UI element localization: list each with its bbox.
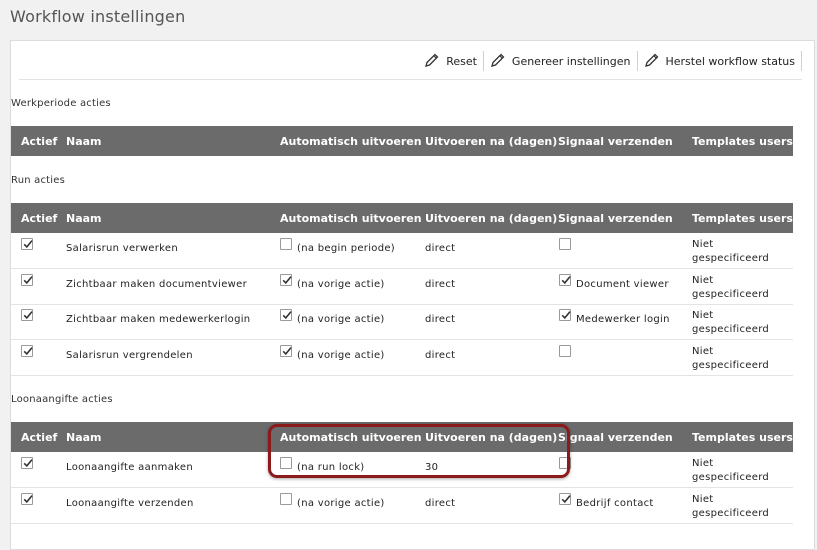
pencil-icon [490, 52, 512, 71]
automatisch-checkbox[interactable] [280, 238, 292, 250]
templates-users-value: Niet gespecificeerd [692, 310, 770, 335]
automatisch-checkbox[interactable] [280, 274, 292, 286]
uitvoeren-na-value: direct [425, 314, 456, 325]
herstel-workflow-status-button[interactable]: Herstel workflow status [638, 50, 802, 72]
column-header-templates[interactable]: Templates users [692, 431, 793, 444]
signaal-label: Document viewer [576, 279, 669, 290]
genereer-instellingen-button[interactable]: Genereer instellingen [484, 50, 637, 72]
action-name: Loonaangifte aanmaken [66, 462, 193, 473]
templates-users-value: Niet gespecificeerd [692, 346, 770, 371]
werkperiode-table-header: Actief Naam Automatisch uitvoeren Uitvoeren… [11, 126, 793, 156]
herstel-label: Herstel workflow status [665, 54, 796, 68]
column-header-uitvoeren-na[interactable]: Uitvoeren na (dagen) [425, 135, 557, 148]
page-title: Workflow instellingen [10, 7, 186, 26]
actief-checkbox[interactable] [21, 493, 33, 505]
highlight-annotation [268, 424, 570, 478]
actief-checkbox[interactable] [21, 309, 33, 321]
uitvoeren-na-value: direct [425, 350, 456, 361]
pencil-icon [424, 52, 446, 71]
uitvoeren-na-value: direct [425, 279, 456, 290]
table-row: Loonaangifte verzenden (na vorige actie) d… [11, 488, 793, 524]
column-header-signaal[interactable]: Signaal verzenden [558, 212, 673, 225]
run-section-title: Run acties [11, 175, 66, 186]
signaal-label: Bedrijf contact [576, 498, 654, 509]
table-row: Salarisrun vergrendelen (na vorige actie)… [11, 340, 793, 376]
column-header-automatisch[interactable]: Automatisch uitvoeren [280, 212, 422, 225]
werkperiode-section-title: Werkperiode acties [11, 98, 111, 109]
run-table-header: Actief Naam Automatisch uitvoeren Uitvoeren… [11, 203, 793, 233]
action-name: Loonaangifte verzenden [66, 498, 194, 509]
automatisch-checkbox[interactable] [280, 309, 292, 321]
toolbar-divider [801, 51, 802, 71]
uitvoeren-na-value: direct [425, 243, 456, 254]
column-header-uitvoeren-na[interactable]: Uitvoeren na (dagen) [425, 212, 557, 225]
actief-checkbox[interactable] [21, 345, 33, 357]
signaal-checkbox[interactable] [559, 238, 571, 250]
toolbar: Reset Genereer instellingen Herstel work… [418, 49, 802, 73]
table-row: Zichtbaar maken documentviewer (na vorige… [11, 269, 793, 305]
signaal-label: Medewerker login [576, 314, 670, 325]
automatisch-checkbox[interactable] [280, 345, 292, 357]
column-header-naam[interactable]: Naam [66, 212, 102, 225]
column-header-signaal[interactable]: Signaal verzenden [558, 135, 673, 148]
action-name: Salarisrun vergrendelen [66, 350, 193, 361]
automatisch-checkbox[interactable] [280, 493, 292, 505]
table-row: Zichtbaar maken medewerkerlogin (na vorig… [11, 304, 793, 340]
templates-users-value: Niet gespecificeerd [692, 275, 770, 300]
automatisch-label: (na vorige actie) [297, 498, 385, 509]
actief-checkbox[interactable] [21, 274, 33, 286]
column-header-actief[interactable]: Actief [21, 431, 57, 444]
column-header-actief[interactable]: Actief [21, 135, 57, 148]
genereer-label: Genereer instellingen [511, 54, 631, 68]
signaal-checkbox[interactable] [559, 309, 571, 321]
column-header-actief[interactable]: Actief [21, 212, 57, 225]
loonaangifte-section-title: Loonaangifte acties [11, 394, 113, 405]
column-header-automatisch[interactable]: Automatisch uitvoeren [280, 135, 422, 148]
signaal-checkbox[interactable] [559, 345, 571, 357]
action-name: Salarisrun verwerken [66, 243, 178, 254]
signaal-checkbox[interactable] [559, 493, 571, 505]
automatisch-label: (na vorige actie) [297, 350, 385, 361]
actief-checkbox[interactable] [21, 457, 33, 469]
column-header-naam[interactable]: Naam [66, 135, 102, 148]
automatisch-label: (na vorige actie) [297, 279, 385, 290]
column-header-naam[interactable]: Naam [66, 431, 102, 444]
signaal-checkbox[interactable] [559, 274, 571, 286]
templates-users-value: Niet gespecificeerd [692, 239, 770, 264]
reset-button[interactable]: Reset [418, 50, 483, 72]
actief-checkbox[interactable] [21, 238, 33, 250]
toolbar-divider-line [19, 79, 802, 80]
pencil-icon [644, 52, 666, 71]
templates-users-value: Niet gespecificeerd [692, 494, 770, 519]
templates-users-value: Niet gespecificeerd [692, 458, 770, 483]
automatisch-label: (na vorige actie) [297, 314, 385, 325]
action-name: Zichtbaar maken medewerkerlogin [66, 314, 251, 325]
column-header-templates[interactable]: Templates users [692, 212, 793, 225]
uitvoeren-na-value: direct [425, 498, 456, 509]
table-row: Salarisrun verwerken (na begin periode) di… [11, 233, 793, 269]
column-header-templates[interactable]: Templates users [692, 135, 793, 148]
column-header-signaal[interactable]: Signaal verzenden [558, 431, 673, 444]
reset-label: Reset [446, 54, 477, 68]
action-name: Zichtbaar maken documentviewer [66, 279, 247, 290]
automatisch-label: (na begin periode) [297, 243, 395, 254]
